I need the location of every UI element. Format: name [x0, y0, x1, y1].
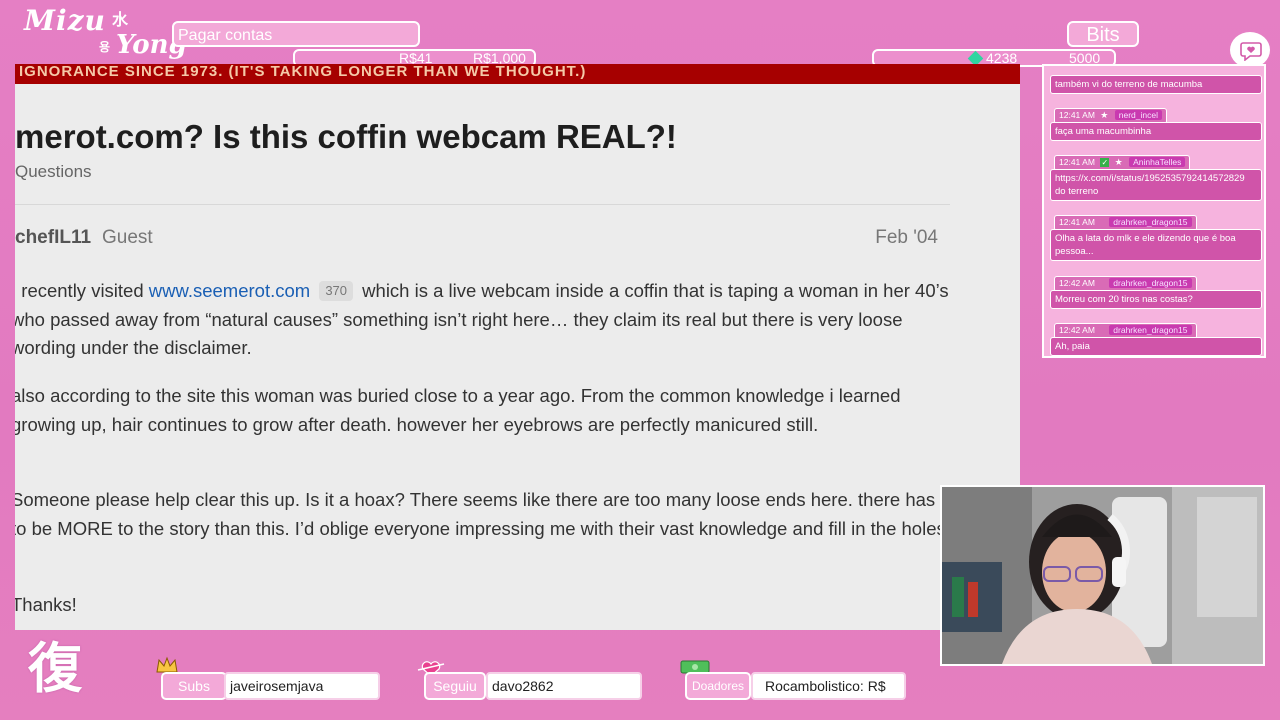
forum-page: IGNORANCE SINCE 1973. (IT'S TAKING LONGE… — [15, 64, 1020, 630]
webcam-image — [942, 487, 1263, 664]
post-paragraph: also according to the site this woman wa… — [15, 385, 901, 435]
chat-message-text: Olha a lata do mlk e ele dizendo que é b… — [1050, 229, 1262, 261]
chat-username[interactable]: drahrken_dragon15 — [1109, 278, 1192, 288]
logo-hangul: 용 — [99, 40, 111, 54]
chat-message-text: Ah, paia — [1050, 337, 1262, 356]
donors-label: Doadores — [685, 672, 751, 700]
webcam-feed — [940, 485, 1265, 666]
chat-username[interactable]: drahrken_dragon15 — [1109, 325, 1192, 335]
follow-value: davo2862 — [486, 672, 642, 700]
site-banner: IGNORANCE SINCE 1973. (IT'S TAKING LONGE… — [15, 64, 1020, 84]
chat-username[interactable]: drahrken_dragon15 — [1109, 217, 1192, 227]
chat-time: 12:41 AM — [1059, 110, 1095, 120]
logo-kanji: 水 — [112, 10, 129, 29]
paragraph-text: I recently visited — [15, 280, 149, 301]
verified-badge-icon: ✓ — [1100, 158, 1110, 167]
post-date: Feb '04 — [875, 227, 938, 248]
chat-message-text: Morreu com 20 tiros nas costas? — [1050, 290, 1262, 309]
post-author[interactable]: chefIL11 — [15, 227, 91, 249]
chat-message-text: faça uma macumbinha — [1050, 122, 1262, 141]
chat-username[interactable]: nerd_incel — [1114, 110, 1162, 120]
chat-message-text: https://x.com/i/status/19525357924145728… — [1050, 169, 1262, 201]
category-link[interactable]: Questions — [15, 162, 92, 182]
chat-username[interactable]: AninhaTelles — [1129, 157, 1186, 167]
donors-value: Rocambolistico: R$ — [751, 672, 906, 700]
logo-main: Mizu — [24, 4, 106, 37]
bits-title: Bits — [1067, 21, 1139, 47]
chat-time: 12:41 AM — [1059, 157, 1095, 167]
link-click-count: 370 — [319, 281, 354, 301]
goal-title: Pagar contas — [172, 21, 420, 47]
author-role: Guest — [102, 227, 153, 248]
post-title: merot.com? Is this coffin webcam REAL?! — [15, 118, 677, 155]
follow-label: Seguiu — [424, 672, 486, 700]
chat-time: 12:42 AM — [1059, 325, 1095, 335]
chat-panel[interactable]: também vi do terreno de macumba 12:41 AM… — [1042, 64, 1266, 358]
chat-time: 12:41 AM — [1059, 217, 1095, 227]
star-badge-icon: ★ — [1114, 157, 1123, 167]
divider — [15, 204, 950, 205]
post-link[interactable]: www.seemerot.com — [149, 280, 310, 301]
subs-label: Subs — [161, 672, 227, 700]
corner-glyph: 復 — [28, 637, 82, 700]
post-paragraph: I recently visited www.seemerot.com 370 … — [15, 277, 951, 363]
chat-message-text: também vi do terreno de macumba — [1050, 75, 1262, 94]
subs-value: javeirosemjava — [224, 672, 380, 700]
star-badge-icon: ★ — [1100, 110, 1109, 120]
chat-time: 12:42 AM — [1059, 278, 1095, 288]
post-paragraph: Someone please help clear this up. Is it… — [15, 489, 951, 539]
post-paragraph: Thanks! — [15, 594, 77, 615]
